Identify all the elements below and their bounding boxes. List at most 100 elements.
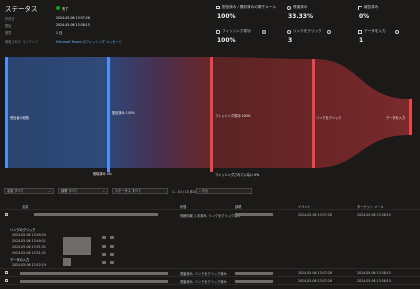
form-icon — [358, 29, 362, 34]
email-icon — [216, 6, 220, 9]
info-icon[interactable] — [327, 29, 331, 34]
metric-label: 配信済み / 開封済みの電子メール — [222, 5, 276, 9]
metric-label: データを入力 — [364, 29, 386, 33]
node-label-phished: フィッシング成功 100% — [215, 114, 251, 118]
row-time: 2024-05-06 13:38:15 — [357, 271, 391, 275]
metric-value: 100% — [217, 13, 236, 20]
node-label-link-click: リンクをクリック — [316, 116, 342, 120]
row-date: 2024-05-06 13:37:26 — [298, 279, 332, 283]
filter-department[interactable]: 部署 すべて ⌄ — [58, 188, 108, 194]
redacted-block — [63, 237, 91, 255]
filter-status[interactable]: ステータス すべて — [112, 188, 168, 194]
redacted-name — [20, 279, 168, 283]
started-value: 2024-05-06 13:38:15 — [56, 23, 90, 27]
redacted-detail — [110, 245, 114, 248]
col-event[interactable]: イベント — [298, 204, 311, 209]
expand-icon[interactable] — [5, 279, 8, 282]
redacted-dept — [235, 279, 273, 283]
node-delivered — [107, 57, 110, 168]
redacted-detail — [102, 261, 106, 264]
redacted-block-small — [63, 258, 71, 266]
search-placeholder: 検索 — [201, 189, 209, 193]
created-label: 作成日 — [5, 17, 15, 21]
created-value: 2024-05-06 13:37:26 — [56, 16, 90, 20]
status-state: 完了 — [62, 6, 69, 11]
node-link-click — [312, 59, 315, 168]
status-title: ステータス — [5, 5, 38, 13]
row-time: 2024-05-06 13:38:15 — [357, 212, 391, 217]
row-state: 侵害済み, リンクをクリック済み — [180, 272, 227, 276]
filter-name-label: 名前 すべて — [7, 189, 24, 193]
row-state: 侵害済み, リンクをクリック済み — [180, 280, 227, 284]
filter-name[interactable]: 名前 すべて ⌄ — [4, 188, 54, 194]
node-data-entry — [409, 99, 412, 135]
redacted-detail — [102, 245, 106, 248]
users-table: 名前 状態 部署 イベント ターゲット メール 資格情報 入手済み, リンクをク… — [0, 203, 420, 289]
content-link[interactable]: Microsoft Teams のフィッシング メッセージ — [56, 39, 122, 44]
row-date: 2024-05-06 13:37:26 — [298, 271, 332, 275]
filter-toolbar: 名前 すべて ⌄ 部署 すべて ⌄ ステータス すべて 1 – 10 / 10 … — [0, 186, 420, 196]
redacted-detail — [110, 261, 114, 264]
metric-value: 33.33% — [288, 13, 313, 20]
chevron-down-icon: ⌄ — [102, 189, 105, 193]
table-row[interactable]: 侵害済み, リンクをクリック済み 2024-05-06 13:37:26 202… — [0, 277, 420, 285]
chevron-down-icon: ⌄ — [48, 189, 51, 193]
flow-total-delivered — [8, 57, 107, 168]
info-icon[interactable] — [395, 29, 399, 34]
table-row[interactable]: 資格情報 入手済み, リンクをクリック済み 2024-05-06 13:37:2… — [0, 211, 420, 269]
col-department[interactable]: 部署 — [235, 204, 241, 209]
duration-value: 1 日 — [56, 31, 63, 35]
user-icon — [287, 5, 291, 10]
redacted-detail — [102, 236, 106, 239]
redacted-dept — [235, 213, 273, 216]
event-time: 2024-05-06 13:52:19 — [12, 263, 46, 267]
row-state: 資格情報 入手済み, リンクをクリック済み — [180, 213, 241, 218]
content-label: 使用された コンテンツ — [5, 40, 38, 44]
node-label-not-phished: フィッシングされていない 0% — [215, 173, 260, 177]
node-label-data-entry: データを入力 — [386, 116, 406, 120]
search-box[interactable]: ⌕ 検索 — [196, 188, 252, 194]
hook-icon — [216, 29, 220, 34]
event-time: 2024-05-06 13:51:31 — [12, 251, 46, 255]
table-header: 名前 状態 部署 イベント ターゲット メール — [0, 203, 420, 210]
sankey-diagram: 受信者の総数 配信済み 100% 削除済み 0% フィッシング成功 100% フ… — [0, 53, 420, 179]
event-time: 2024-05-06 13:51:31 — [12, 245, 46, 249]
group-title-click: リンクのクリック — [10, 228, 36, 232]
node-label-total: 受信者の総数 — [10, 116, 30, 120]
status-indicator — [56, 6, 60, 10]
flow-not-phished — [210, 168, 213, 170]
metric-value: 0% — [359, 13, 370, 20]
redacted-detail — [102, 253, 106, 256]
event-time: 2024-05-06 13:49:29 — [12, 233, 46, 237]
expand-icon[interactable] — [5, 213, 8, 216]
redacted-detail — [110, 253, 114, 256]
node-label-delivered: 配信済み 100% — [112, 111, 135, 115]
flag-icon — [358, 5, 362, 10]
redacted-detail — [110, 236, 114, 239]
redacted-name — [20, 271, 168, 275]
expand-icon[interactable] — [5, 271, 8, 274]
metric-value: 100% — [217, 37, 236, 44]
sankey-svg — [5, 57, 412, 172]
row-date: 2024-05-06 13:37:26 — [298, 212, 332, 217]
group-title-data: データの入力 — [10, 258, 30, 262]
row-time: 2024-05-06 13:38:15 — [357, 279, 391, 283]
node-total — [5, 57, 8, 168]
info-icon[interactable] — [262, 29, 266, 34]
table-row[interactable]: 侵害済み, リンクをクリック済み 2024-05-06 13:37:26 202… — [0, 269, 420, 277]
metric-value: 3 — [288, 37, 293, 44]
flow-deleted — [107, 168, 110, 170]
node-label-deleted: 削除済み 0% — [93, 172, 112, 176]
duration-label: 期間 — [5, 31, 12, 35]
filter-status-label: ステータス すべて — [115, 189, 142, 193]
metric-label: フィッシング成功 — [222, 29, 251, 33]
metric-label: 報告済み — [364, 5, 379, 9]
col-state[interactable]: 状態 — [180, 204, 186, 209]
redacted-name — [34, 213, 158, 216]
link-icon — [287, 29, 291, 34]
col-name[interactable]: 名前 — [22, 204, 28, 209]
node-phished — [210, 57, 213, 168]
col-target[interactable]: ターゲット メール — [357, 204, 384, 209]
filter-department-label: 部署 すべて — [61, 189, 78, 193]
metric-label: リンクをクリック — [293, 29, 322, 33]
